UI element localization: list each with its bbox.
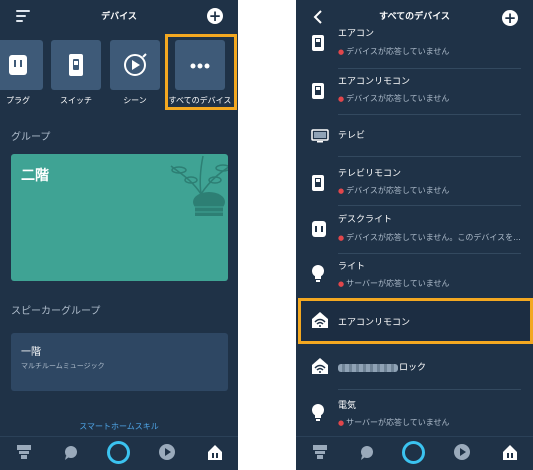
home-icon[interactable] — [16, 443, 32, 461]
speaker-group-card[interactable]: 一階 マルチルームミュージック — [11, 333, 228, 391]
chat-icon[interactable] — [63, 443, 79, 461]
device-name: テレビ — [338, 131, 366, 141]
smart-home-skill-link[interactable]: スマートホームスキル — [0, 421, 238, 432]
plug-icon — [9, 55, 27, 75]
home-wifi-icon — [312, 358, 328, 374]
plug-icon — [312, 221, 326, 237]
device-row[interactable]: ロック — [296, 344, 533, 390]
category-plug[interactable]: プラグ — [0, 40, 43, 105]
category-scene[interactable]: シーン — [110, 40, 160, 105]
divider — [338, 114, 521, 115]
device-status: ● サーバーが応答していません — [338, 418, 450, 427]
devices-icon[interactable] — [501, 443, 519, 461]
plant-vase-icon — [170, 155, 228, 216]
device-row[interactable]: テレビ — [296, 116, 533, 158]
play-icon[interactable] — [158, 443, 176, 461]
device-name: エアコンリモコン — [338, 77, 411, 87]
device-row[interactable]: エアコン ● デバイスが応答していません — [296, 22, 533, 70]
speaker-section-title: スピーカーグループ — [11, 306, 101, 317]
chat-icon[interactable] — [359, 443, 375, 461]
switch-icon — [312, 35, 324, 51]
redacted-text — [338, 363, 398, 372]
tv-icon — [311, 129, 329, 143]
add-device-icon[interactable]: + — [502, 10, 518, 26]
devices-icon[interactable] — [206, 443, 224, 461]
speaker-group-name: 一階 — [21, 347, 41, 358]
device-row[interactable]: ライト ● サーバーが応答していません — [296, 254, 533, 298]
device-status: ● デバイスが応答していません — [338, 186, 450, 195]
switch-icon — [312, 83, 324, 99]
group-name: 二階 — [21, 168, 49, 184]
device-row[interactable]: テレビリモコン ● デバイスが応答していません — [296, 158, 533, 206]
alexa-icon[interactable] — [402, 441, 425, 464]
speaker-group-subtitle: マルチルームミュージック — [21, 362, 105, 370]
device-status: ● サーバーが応答していません — [338, 279, 450, 288]
device-name: エアコン — [338, 29, 375, 39]
category-switch[interactable]: スイッチ — [51, 40, 101, 105]
device-status: ● デバイスが応答していません — [338, 94, 450, 103]
device-status: ● デバイスが応答していません。このデバイスを... — [338, 233, 521, 242]
device-row[interactable]: エアコンリモコン ● デバイスが応答していません — [296, 70, 533, 116]
device-name: 電気 — [338, 401, 357, 411]
add-device-icon[interactable]: + — [207, 8, 223, 24]
device-name: テレビリモコン — [338, 169, 402, 179]
divider — [338, 68, 521, 69]
device-name: ロック — [338, 360, 426, 373]
top-bar: すべてのデバイス + — [296, 0, 533, 26]
bottom-nav — [296, 436, 533, 470]
bottom-nav — [0, 436, 238, 470]
highlight-box — [165, 34, 237, 110]
all-devices-screen: エアコン ● デバイスが応答していません エアコンリモコン ● デバイスが応答してい… — [296, 0, 533, 470]
play-icon[interactable] — [453, 443, 471, 461]
group-card[interactable]: 二階 — [11, 154, 228, 281]
highlight-box — [298, 298, 533, 344]
device-row[interactable]: 電気 ● サーバーが応答していません — [296, 390, 533, 436]
switch-icon — [69, 54, 83, 76]
devices-screen: デバイス + プラグ スイッチ シーン すべてのデバイス グループ 二階 スピー… — [0, 0, 238, 470]
bulb-icon — [312, 404, 324, 421]
switch-icon — [312, 175, 324, 191]
page-title: デバイス — [101, 12, 137, 22]
group-section-title: グループ — [11, 132, 51, 143]
home-icon[interactable] — [312, 443, 328, 461]
device-row[interactable]: デスクライト ● デバイスが応答していません。このデバイスを... — [296, 206, 533, 254]
page-title: すべてのデバイス — [379, 12, 450, 22]
top-bar: デバイス + — [0, 0, 238, 34]
category-label: シーン — [123, 96, 147, 105]
alexa-icon[interactable] — [107, 441, 130, 464]
device-name: デスクライト — [338, 215, 393, 225]
device-status: ● デバイスが応答していません — [338, 47, 450, 56]
divider — [338, 156, 521, 157]
device-name: ライト — [338, 262, 366, 272]
scene-play-icon — [124, 53, 147, 76]
bulb-icon — [312, 265, 324, 282]
